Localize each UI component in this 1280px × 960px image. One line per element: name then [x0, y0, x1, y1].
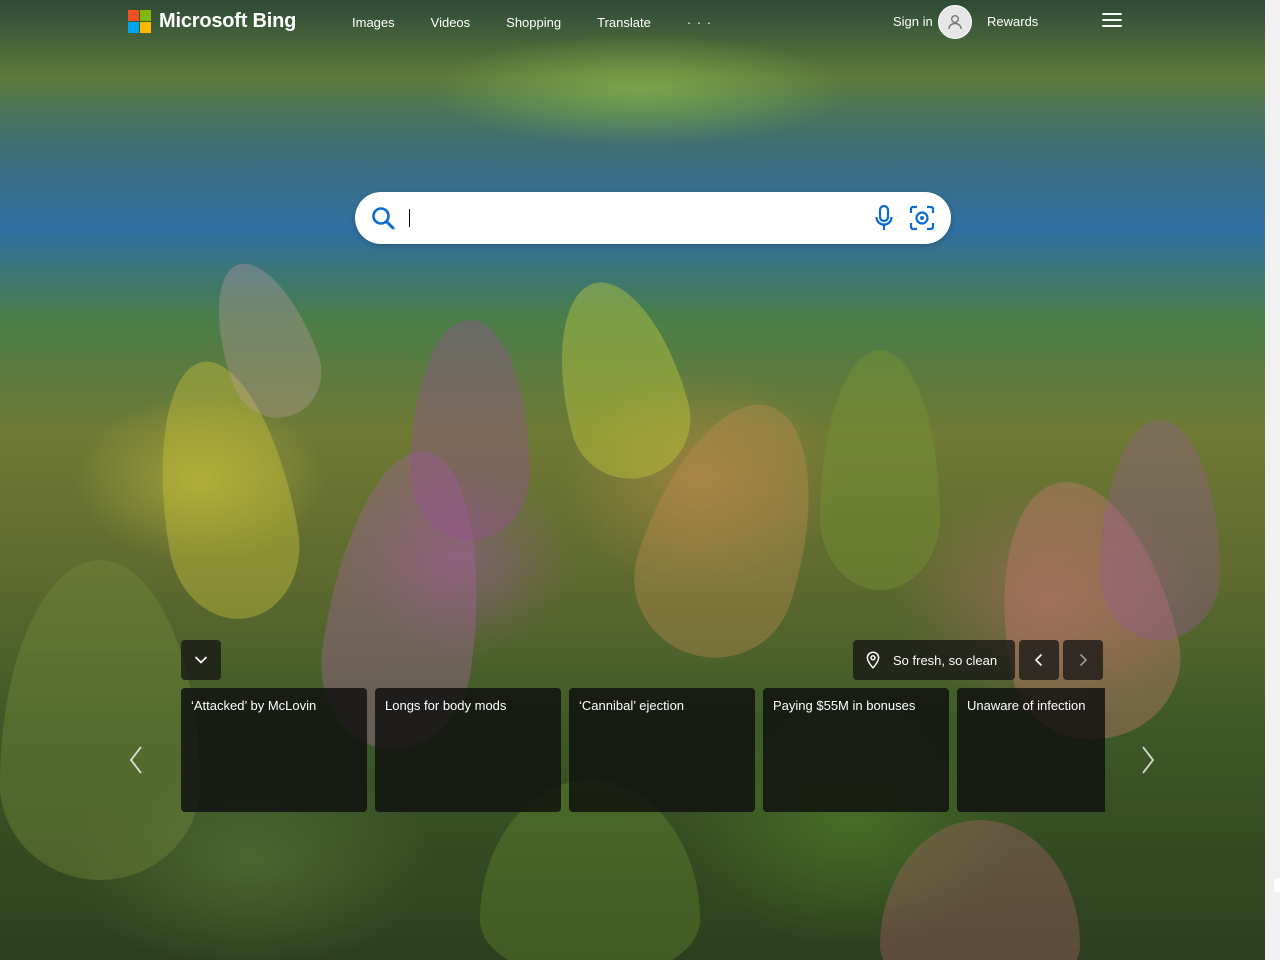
news-card[interactable]: Paying $55M in bonuses	[763, 688, 949, 812]
carousel-right-arrow-icon[interactable]	[1140, 745, 1156, 775]
top-nav: Images Videos Shopping Translate · · ·	[352, 15, 748, 30]
news-card[interactable]: Longs for body mods	[375, 688, 561, 812]
image-info-button[interactable]: So fresh, so clean	[853, 640, 1015, 680]
microphone-icon[interactable]	[873, 204, 895, 232]
news-card-title: ‘Attacked’ by McLovin	[191, 698, 317, 713]
location-pin-icon	[866, 651, 880, 669]
news-carousel: ‘Attacked’ by McLovin Longs for body mod…	[181, 688, 1105, 812]
sign-in-link[interactable]: Sign in	[893, 14, 933, 29]
nav-videos[interactable]: Videos	[431, 15, 471, 30]
scrollbar-track[interactable]	[1265, 0, 1280, 960]
news-card-title: Longs for body mods	[385, 698, 507, 713]
image-caption: So fresh, so clean	[893, 652, 998, 668]
news-card-title: ‘Cannibal’ ejection	[579, 698, 685, 713]
nav-shopping[interactable]: Shopping	[506, 15, 561, 30]
news-card[interactable]: ‘Cannibal’ ejection	[569, 688, 755, 812]
search-icon[interactable]	[370, 205, 396, 231]
nav-translate[interactable]: Translate	[597, 15, 651, 30]
search-box	[355, 192, 951, 244]
bing-logo[interactable]: Microsoft Bing	[128, 10, 296, 33]
avatar-icon[interactable]	[938, 5, 972, 39]
rewards-link[interactable]: Rewards	[987, 14, 1038, 29]
nav-images[interactable]: Images	[352, 15, 395, 30]
news-card[interactable]: ‘Attacked’ by McLovin	[181, 688, 367, 812]
news-card-title: Unaware of infection	[967, 698, 1086, 713]
visual-search-icon[interactable]	[908, 204, 936, 232]
carousel-left-arrow-icon[interactable]	[128, 745, 144, 775]
brand-name: Microsoft Bing	[159, 10, 297, 32]
background-image	[0, 0, 1265, 960]
text-caret	[409, 209, 410, 227]
scrollbar-thumb[interactable]	[1274, 878, 1280, 892]
search-input[interactable]	[405, 202, 859, 236]
next-image-button[interactable]	[1063, 640, 1103, 680]
chevron-down-icon	[194, 656, 208, 664]
collapse-feed-button[interactable]	[181, 640, 221, 680]
chevron-left-icon	[1034, 653, 1043, 667]
news-card-title: Paying $55M in bonuses	[773, 698, 916, 713]
chevron-right-icon	[1079, 653, 1088, 667]
hamburger-menu-icon[interactable]	[1102, 13, 1124, 29]
previous-image-button[interactable]	[1019, 640, 1059, 680]
news-card[interactable]: Unaware of infection	[957, 688, 1105, 812]
microsoft-logo-icon	[128, 10, 151, 33]
nav-more-button[interactable]: · · ·	[687, 15, 712, 30]
